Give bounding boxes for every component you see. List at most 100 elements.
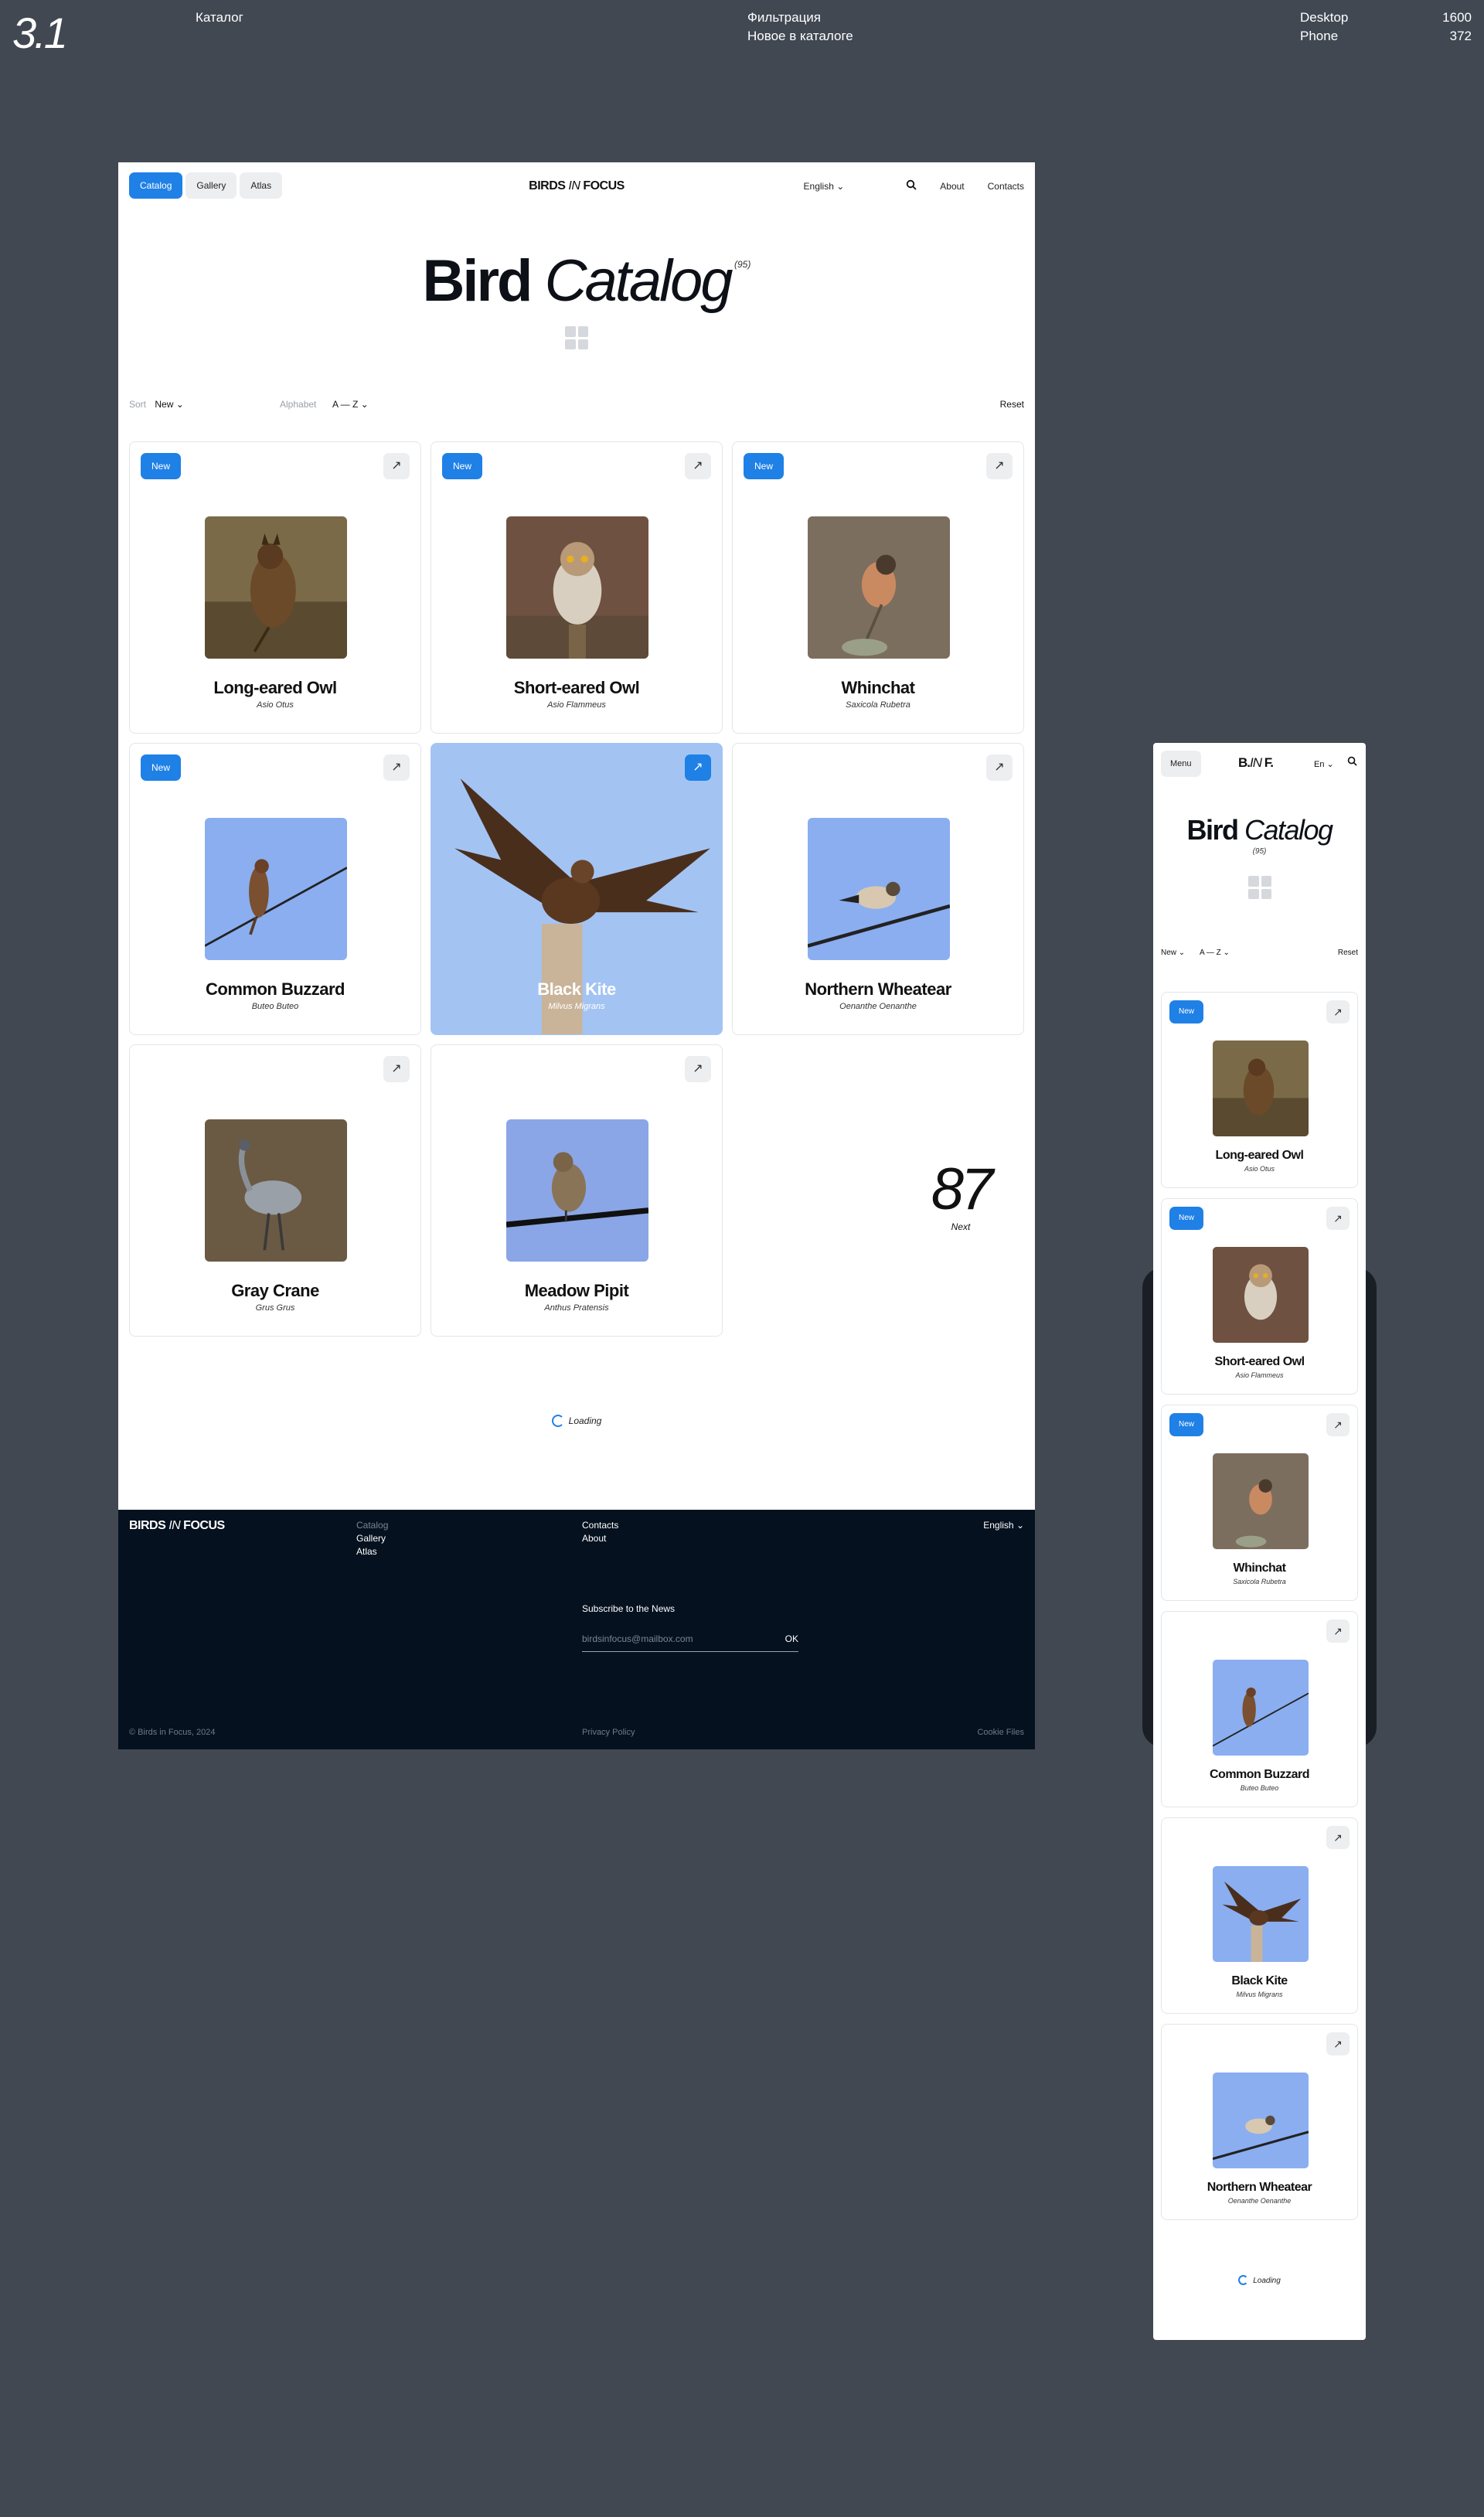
next-count[interactable]: 87 (845, 1156, 1077, 1223)
bird-name: Northern Wheatear (1207, 2181, 1312, 2194)
device-desktop-label: Desktop (1300, 10, 1349, 25)
phone-sort-select[interactable]: New (1161, 949, 1185, 957)
new-badge: New (1169, 1207, 1204, 1230)
logo-part: IN (568, 179, 580, 192)
bird-name: Long-eared Owl (213, 678, 337, 697)
bird-card[interactable]: New ↗ Short-eared Owl Asio Flammeus (431, 441, 723, 734)
title-italic: Catalog (530, 248, 733, 314)
bird-photo (1213, 1247, 1309, 1343)
phone-loading-indicator: Loading (1153, 2275, 1366, 2285)
open-arrow-icon[interactable]: ↗ (986, 754, 1013, 781)
email-field[interactable]: birdsinfocus@mailbox.com OK (582, 1633, 798, 1652)
footer-link-catalog[interactable]: Catalog (356, 1519, 388, 1532)
open-arrow-icon[interactable]: ↗ (1326, 1413, 1350, 1436)
footer-language-select[interactable]: English (983, 1519, 1024, 1532)
open-arrow-icon[interactable]: ↗ (685, 1056, 711, 1082)
open-arrow-icon[interactable]: ↗ (1326, 2032, 1350, 2055)
filter-bar: Sort New Alphabet A — Z Reset (129, 399, 1024, 410)
bird-name: Northern Wheatear (805, 979, 951, 999)
footer-link-gallery[interactable]: Gallery (356, 1532, 388, 1545)
bird-name: Common Buzzard (206, 979, 345, 999)
bird-latin: Milvus Migrans (1236, 1991, 1283, 1998)
open-arrow-icon[interactable]: ↗ (383, 1056, 410, 1082)
title-italic: Catalog (1237, 814, 1333, 846)
contacts-link[interactable]: Contacts (988, 181, 1024, 192)
open-arrow-icon[interactable]: ↗ (1326, 1000, 1350, 1023)
bird-photo (808, 818, 950, 960)
footer-link-about[interactable]: About (582, 1532, 618, 1545)
phone-bird-card[interactable]: New ↗ Long-eared Owl Asio Otus (1161, 992, 1358, 1188)
bird-card[interactable]: ↗ Northern Wheatear Oenanthe Oenanthe (732, 743, 1024, 1035)
bird-latin: Saxicola Rubetra (846, 700, 910, 710)
phone-alphabet-select[interactable]: A — Z (1200, 949, 1230, 957)
grid-view-icon[interactable] (1248, 876, 1271, 899)
bird-latin: Milvus Migrans (548, 1002, 605, 1011)
bird-name: Gray Crane (231, 1281, 319, 1300)
device-phone-width: 372 (1449, 29, 1472, 43)
phone-language-select[interactable]: En (1314, 759, 1334, 769)
bird-photo (1213, 1866, 1309, 1962)
footer-link-contacts[interactable]: Contacts (582, 1519, 618, 1532)
title-bold: Bird (1186, 814, 1239, 846)
spinner-icon (551, 1415, 564, 1427)
topic-line-2: Новое в каталоге (747, 29, 853, 43)
search-icon[interactable] (906, 179, 917, 192)
phone-page-title: Bird Catalog (1153, 814, 1366, 846)
reset-button[interactable]: Reset (1000, 399, 1024, 410)
bird-latin: Buteo Buteo (1240, 1784, 1279, 1792)
bird-photo (1213, 1660, 1309, 1756)
footer-logo[interactable]: BIRDS IN FOCUS (129, 1519, 225, 1533)
new-badge: New (1169, 1413, 1204, 1436)
search-icon[interactable] (1347, 756, 1357, 770)
new-badge: New (442, 453, 483, 479)
bird-card-hovered[interactable]: ↗ Black Kite Milvus Migrans (431, 743, 723, 1035)
menu-button[interactable]: Menu (1161, 751, 1201, 777)
phone-bird-card[interactable]: ↗ Black Kite Milvus Migrans (1161, 1817, 1358, 2014)
footer-link-atlas[interactable]: Atlas (356, 1545, 388, 1558)
site-footer: BIRDS IN FOCUS Catalog Gallery Atlas Con… (118, 1510, 1035, 1749)
sort-label: Sort (129, 399, 147, 410)
privacy-link[interactable]: Privacy Policy (582, 1728, 635, 1737)
bird-card[interactable]: ↗ Meadow Pipit Anthus Pratensis (431, 1044, 723, 1337)
phone-filter-bar: New A — Z Reset (1161, 949, 1358, 957)
phone-bird-card[interactable]: ↗ Common Buzzard Buteo Buteo (1161, 1611, 1358, 1807)
bird-photo (1213, 2073, 1309, 2168)
bird-card[interactable]: New ↗ Whinchat Saxicola Rubetra (732, 441, 1024, 734)
about-link[interactable]: About (940, 181, 964, 192)
phone-bird-card[interactable]: New ↗ Whinchat Saxicola Rubetra (1161, 1405, 1358, 1601)
open-arrow-icon[interactable]: ↗ (685, 754, 711, 781)
alphabet-select[interactable]: A — Z (332, 399, 369, 410)
open-arrow-icon[interactable]: ↗ (685, 453, 711, 479)
subscribe-ok-button[interactable]: OK (785, 1633, 798, 1644)
bird-card[interactable]: New ↗ Long-eared Owl Asio Otus (129, 441, 421, 734)
open-arrow-icon[interactable]: ↗ (383, 754, 410, 781)
phone-reset-button[interactable]: Reset (1338, 949, 1358, 957)
logo-part: IN (1250, 755, 1262, 770)
phone-page: Menu B.IN F. En Bird Catalog (95) New A … (1153, 743, 1366, 2340)
logo-part: B. (1238, 755, 1251, 770)
grid-view-icon[interactable] (565, 326, 588, 349)
sort-select[interactable]: New (155, 399, 183, 410)
title-bold: Bird (422, 248, 533, 314)
open-arrow-icon[interactable]: ↗ (986, 453, 1013, 479)
bird-card[interactable]: New ↗ Common Buzzard Buteo Buteo (129, 743, 421, 1035)
cookie-link[interactable]: Cookie Files (977, 1728, 1024, 1737)
next-label[interactable]: Next (845, 1221, 1077, 1232)
bird-photo (205, 1119, 347, 1262)
phone-bird-card[interactable]: ↗ Northern Wheatear Oenanthe Oenanthe (1161, 2024, 1358, 2220)
open-arrow-icon[interactable]: ↗ (1326, 1826, 1350, 1849)
bird-card[interactable]: ↗ Gray Crane Grus Grus (129, 1044, 421, 1337)
open-arrow-icon[interactable]: ↗ (1326, 1620, 1350, 1643)
language-select[interactable]: English (804, 181, 845, 192)
section-label: Каталог (196, 10, 243, 25)
open-arrow-icon[interactable]: ↗ (383, 453, 410, 479)
open-arrow-icon[interactable]: ↗ (1326, 1207, 1350, 1230)
phone-logo[interactable]: B.IN F. (1238, 755, 1274, 771)
subscribe-heading: Subscribe to the News (582, 1603, 676, 1614)
logo-part: F. (1261, 755, 1274, 770)
logo-part: BIRDS (529, 179, 569, 192)
bird-latin: Grus Grus (255, 1303, 295, 1313)
bird-latin: Asio Flammeus (1235, 1371, 1284, 1379)
phone-bird-card[interactable]: New ↗ Short-eared Owl Asio Flammeus (1161, 1198, 1358, 1395)
bird-name: Black Kite (1231, 1974, 1288, 1987)
